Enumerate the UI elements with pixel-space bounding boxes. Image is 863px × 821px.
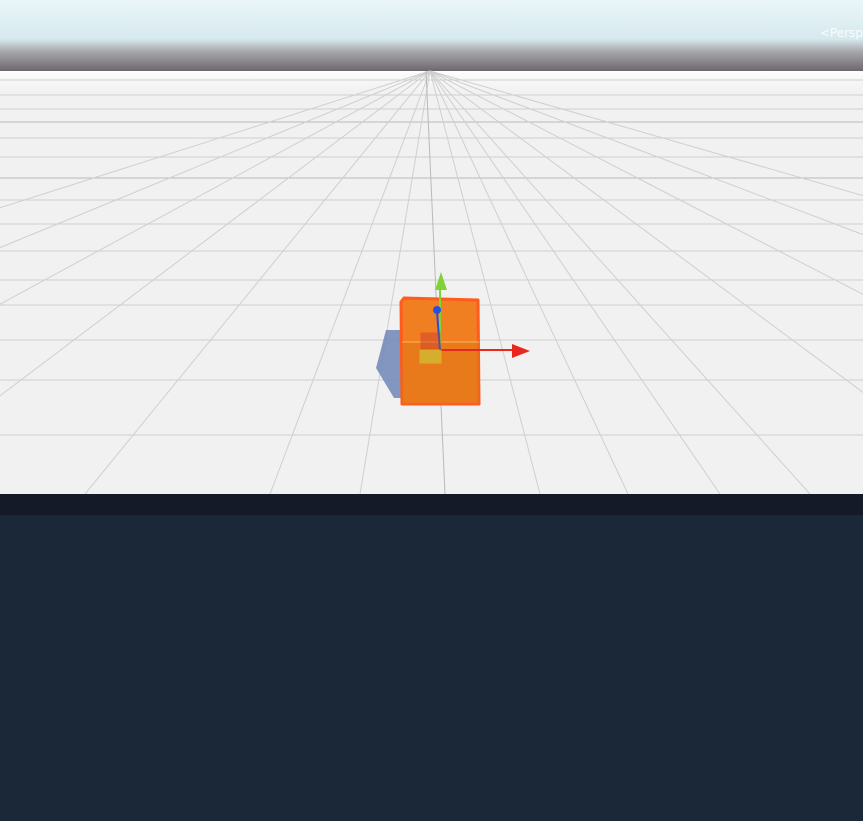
xy-plane-handle[interactable] [420,332,441,350]
projection-label[interactable]: <Persp [820,26,863,40]
scene-viewport[interactable]: <Persp [0,0,863,494]
xz-plane-handle[interactable] [419,349,442,364]
z-axis-cap-icon[interactable] [433,306,441,314]
lower-panel [0,515,863,821]
sky [0,0,863,71]
scene-canvas[interactable] [0,0,863,494]
panel-divider[interactable] [0,494,863,515]
ground-plane [0,71,863,494]
